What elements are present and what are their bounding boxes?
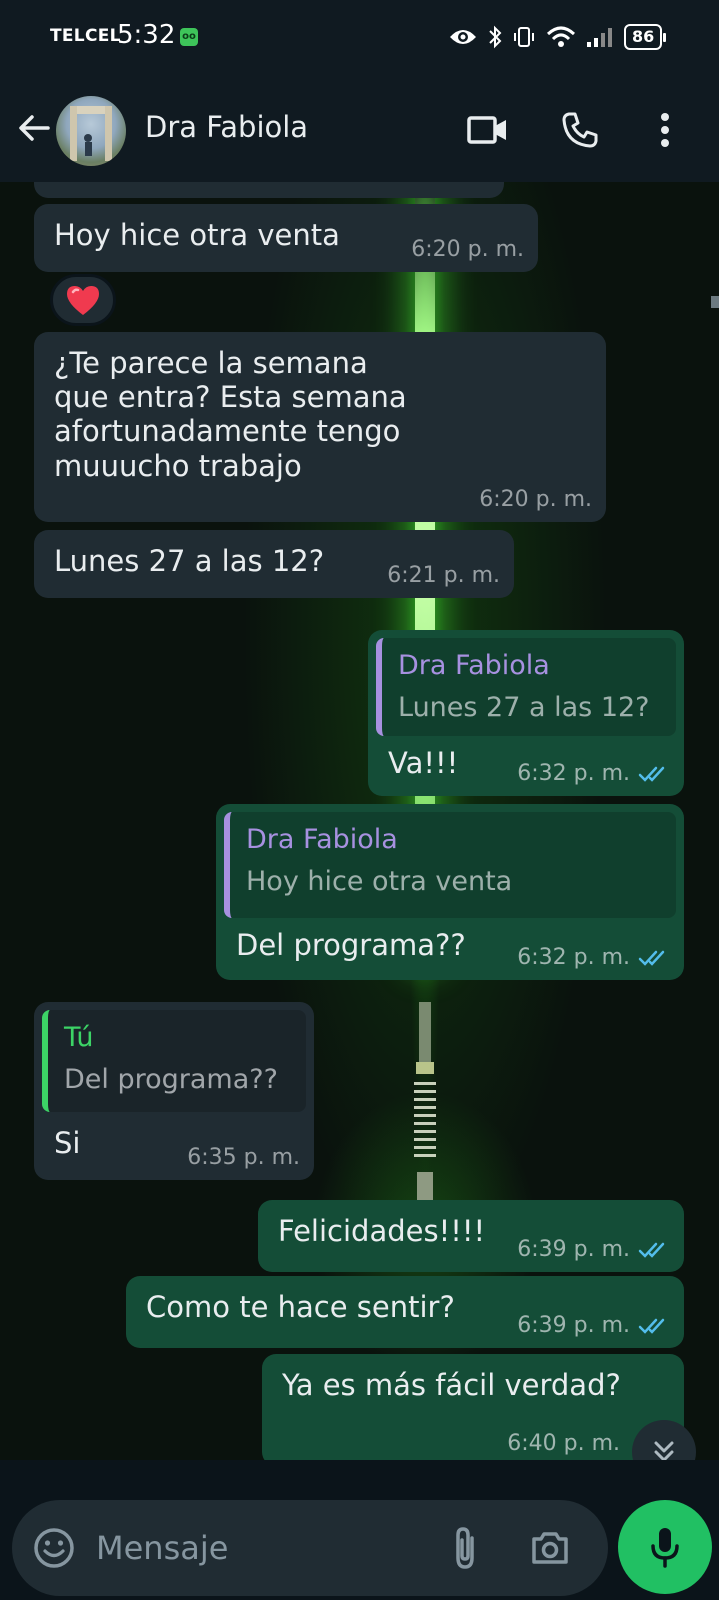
voice-call-button[interactable] <box>556 106 604 154</box>
message-line: muuucho trabajo <box>54 448 302 483</box>
carrier-name: TELCEL <box>50 26 121 46</box>
message-bubble-outgoing[interactable]: Ya es más fácil verdad? 6:40 p. m. <box>262 1354 684 1460</box>
message-line: afortunadamente tengo <box>54 414 401 449</box>
message-time: 6:20 p. m. <box>479 487 592 513</box>
quoted-message[interactable]: Dra Fabiola Lunes 27 a las 12? <box>376 638 676 736</box>
message-time: 6:35 p. m. <box>187 1145 300 1171</box>
message-bubble-outgoing[interactable]: Dra Fabiola Lunes 27 a las 12? Va!!! 6:3… <box>368 630 684 796</box>
read-ticks-icon <box>638 1242 665 1258</box>
message-text: Hoy hice otra venta <box>54 218 340 252</box>
message-bubble-incoming[interactable]: Tú Del programa?? Si 6:35 p. m. <box>34 1002 314 1180</box>
video-call-button[interactable] <box>464 106 512 154</box>
message-line: ¿Te parece la semana <box>54 346 368 380</box>
message-bubble-outgoing[interactable]: Dra Fabiola Hoy hice otra venta Del prog… <box>216 804 684 980</box>
camera-icon <box>532 1532 568 1564</box>
message-input-container <box>12 1500 608 1596</box>
read-ticks-icon <box>638 1318 665 1334</box>
message-text: Como te hace sentir? <box>146 1290 455 1324</box>
message-time: 6:39 p. m. <box>517 1313 670 1339</box>
message-input[interactable] <box>96 1518 426 1578</box>
quote-author: Tú <box>64 1022 94 1053</box>
message-text: Ya es más fácil verdad? <box>282 1368 621 1402</box>
avatar-photo <box>70 106 112 161</box>
quote-author: Dra Fabiola <box>398 650 550 681</box>
message-line: que entra? Esta semana <box>54 380 407 415</box>
message-bubble-incoming[interactable]: Hoy hice otra venta 6:20 p. m. <box>34 204 538 272</box>
quote-text: Lunes 27 a las 12? <box>398 692 650 723</box>
bluetooth-icon <box>489 25 502 49</box>
message-text: Del programa?? <box>236 928 466 962</box>
message-text: ¿Te parece la semana que entra? Esta sem… <box>54 346 407 483</box>
quote-author: Dra Fabiola <box>246 824 398 855</box>
signal-icon <box>587 28 612 47</box>
message-time: 6:40 p. m. <box>507 1431 620 1457</box>
double-chevron-down-icon <box>654 1441 674 1460</box>
message-time: 6:20 p. m. <box>411 237 524 263</box>
message-time: 6:32 p. m. <box>517 761 670 787</box>
emoji-icon <box>34 1528 74 1568</box>
scroll-edge-indicator <box>711 296 719 308</box>
time-label: 6:39 p. m. <box>517 1313 630 1339</box>
composer-bar <box>0 1460 719 1600</box>
contact-name[interactable]: Dra Fabiola <box>145 110 308 144</box>
video-call-icon <box>467 116 506 144</box>
time-label: 6:39 p. m. <box>517 1237 630 1263</box>
more-options-button[interactable] <box>650 106 680 154</box>
heart-reaction[interactable] <box>50 274 116 326</box>
message-bubble-incoming[interactable]: ¿Te parece la semana que entra? Esta sem… <box>34 332 606 522</box>
message-text: Felicidades!!!! <box>278 1214 486 1248</box>
heart-icon <box>67 286 99 315</box>
vibrate-icon <box>514 27 534 47</box>
attach-button[interactable] <box>444 1524 488 1572</box>
more-options-icon <box>661 113 669 147</box>
message-text: Va!!! <box>388 746 459 780</box>
message-text: Si <box>54 1126 81 1160</box>
message-bubble-incoming[interactable]: Lunes 27 a las 12? 6:21 p. m. <box>34 530 514 598</box>
emoji-button[interactable] <box>32 1526 76 1570</box>
quote-text: Del programa?? <box>64 1064 278 1095</box>
voice-record-button[interactable] <box>618 1500 712 1594</box>
status-time: 5:32 <box>117 20 176 50</box>
message-time: 6:39 p. m. <box>517 1237 670 1263</box>
message-text: Lunes 27 a las 12? <box>54 544 325 578</box>
message-time: 6:32 p. m. <box>517 945 670 971</box>
read-ticks-icon <box>638 766 665 782</box>
message-bubble-partial[interactable] <box>34 182 504 198</box>
read-ticks-icon <box>638 950 665 966</box>
quoted-message[interactable]: Tú Del programa?? <box>42 1010 306 1112</box>
time-label: 6:32 p. m. <box>517 945 630 971</box>
data-badge-icon: oo <box>180 28 198 46</box>
message-bubble-outgoing[interactable]: Felicidades!!!! 6:39 p. m. <box>258 1200 684 1272</box>
chat-header: Dra Fabiola <box>0 80 719 182</box>
camera-button[interactable] <box>528 1526 572 1570</box>
microphone-icon <box>651 1528 679 1568</box>
message-bubble-outgoing[interactable]: Como te hace sentir? 6:39 p. m. <box>126 1276 684 1348</box>
quoted-message[interactable]: Dra Fabiola Hoy hice otra venta <box>224 812 676 918</box>
status-icons: 86 <box>448 22 667 52</box>
time-label: 6:32 p. m. <box>517 761 630 787</box>
paperclip-icon <box>456 1527 474 1569</box>
voice-call-icon <box>562 112 598 148</box>
wifi-icon <box>546 26 576 47</box>
quote-text: Hoy hice otra venta <box>246 866 513 897</box>
contact-avatar[interactable] <box>56 96 126 166</box>
back-arrow-icon <box>19 115 50 141</box>
message-time: 6:21 p. m. <box>387 563 500 589</box>
status-bar: TELCEL 5:32 oo 86 <box>0 0 719 80</box>
eye-icon <box>450 30 476 44</box>
battery-indicator: 86 <box>624 24 667 50</box>
back-button[interactable] <box>16 110 52 146</box>
chat-area[interactable]: Hoy hice otra venta 6:20 p. m. ¿Te parec… <box>0 182 719 1460</box>
